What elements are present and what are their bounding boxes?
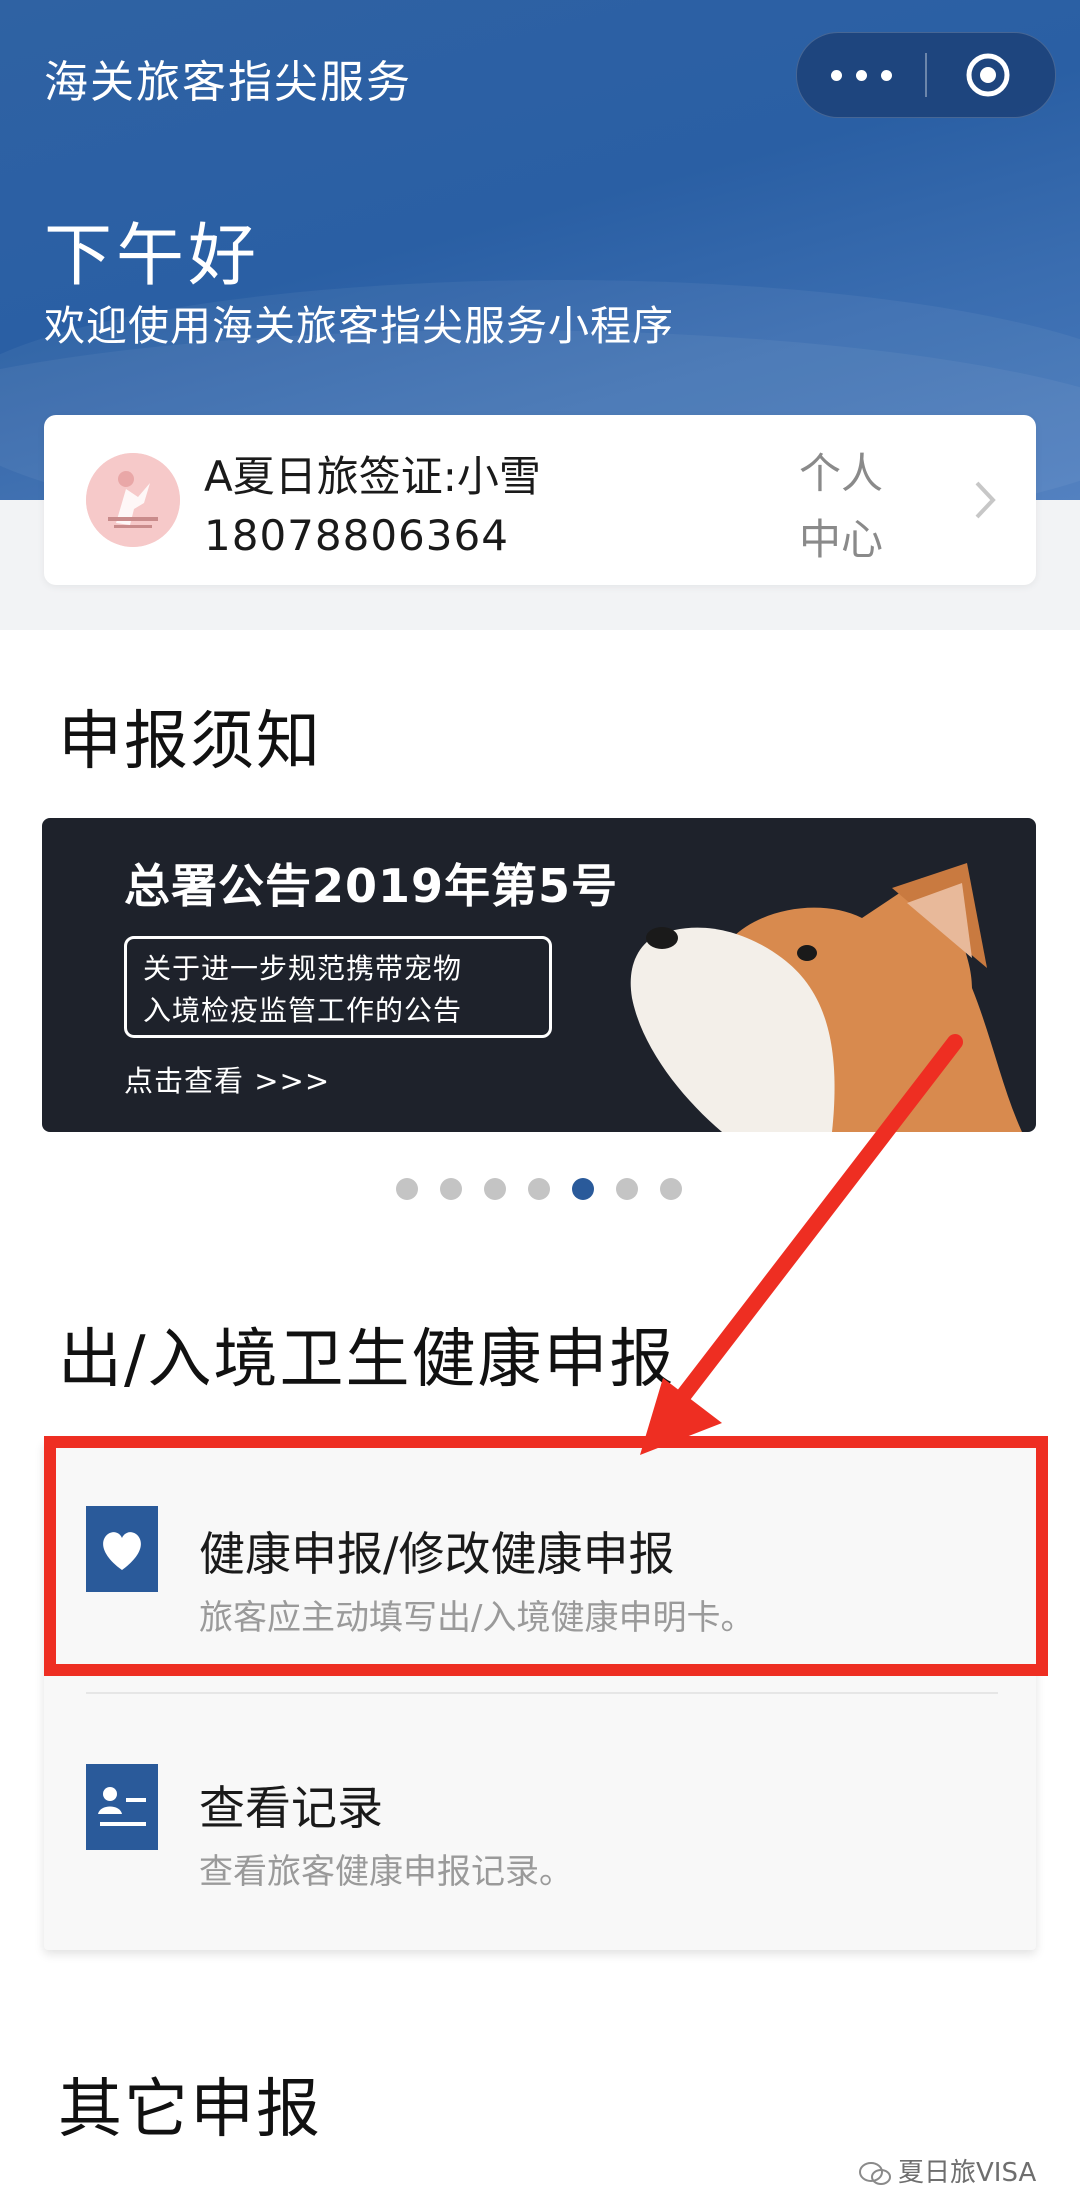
more-options-icon[interactable] <box>827 55 897 95</box>
carousel-dot[interactable] <box>616 1178 638 1200</box>
list-item-view-records[interactable]: 查看记录 查看旅客健康申报记录。 <box>44 1694 1036 1950</box>
item-subtitle: 查看旅客健康申报记录。 <box>199 1852 573 1892</box>
banner-summary-line: 入境检疫监管工作的公告 <box>143 994 463 1027</box>
carousel-dot[interactable] <box>440 1178 462 1200</box>
annotation-highlight-box <box>44 1436 1048 1676</box>
user-phone: 18078806364 <box>204 511 509 560</box>
capsule-divider <box>925 53 927 97</box>
item-title: 查看记录 <box>199 1781 383 1835</box>
carousel-dot[interactable] <box>396 1178 418 1200</box>
app-title: 海关旅客指尖服务 <box>44 57 412 108</box>
personal-center-link[interactable]: 个人中心 <box>799 441 899 573</box>
announcement-banner[interactable]: 总署公告2019年第5号 关于进一步规范携带宠物 入境检疫监管工作的公告 点击查… <box>42 818 1036 1132</box>
welcome-text: 欢迎使用海关旅客指尖服务小程序 <box>44 302 674 350</box>
banner-summary-box: 关于进一步规范携带宠物 入境检疫监管工作的公告 <box>124 936 552 1038</box>
user-name: A夏日旅签证:小雪 <box>204 452 541 501</box>
section-title-health: 出/入境卫生健康申报 <box>58 1323 676 1397</box>
banner-headline: 总署公告2019年第5号 <box>124 859 619 913</box>
watermark-text: 夏日旅VISA <box>898 2158 1037 2188</box>
section-title-other: 其它申报 <box>58 2073 322 2147</box>
close-miniprogram-icon[interactable] <box>965 52 1011 98</box>
chevron-right-icon <box>975 481 996 519</box>
record-list-icon <box>86 1764 158 1850</box>
miniprogram-capsule <box>796 32 1056 118</box>
carousel-indicator <box>396 1178 696 1202</box>
avatar <box>86 453 180 547</box>
section-title-notice: 申报须知 <box>58 705 322 779</box>
greeting-text: 下午好 <box>44 217 261 296</box>
banner-view-link[interactable]: 点击查看 >>> <box>124 1058 330 1100</box>
user-card[interactable]: A夏日旅签证:小雪 18078806364 个人中心 <box>44 415 1036 585</box>
carousel-dot[interactable] <box>484 1178 506 1200</box>
carousel-dot[interactable] <box>528 1178 550 1200</box>
watermark: 夏日旅VISA <box>858 2152 1036 2189</box>
carousel-dot-active[interactable] <box>572 1178 594 1200</box>
carousel-dot[interactable] <box>660 1178 682 1200</box>
banner-summary-line: 关于进一步规范携带宠物 <box>143 952 463 985</box>
